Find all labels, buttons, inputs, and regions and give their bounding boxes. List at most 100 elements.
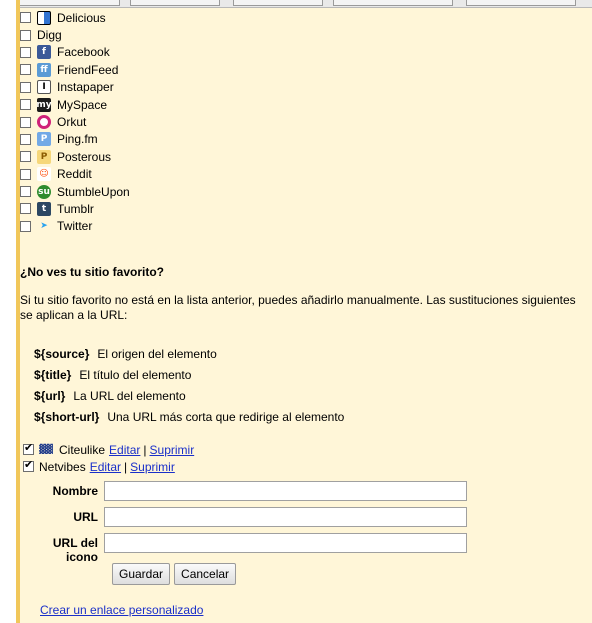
posterous-icon: P bbox=[37, 149, 51, 164]
icon-url-label-line1: URL del bbox=[52, 536, 98, 550]
custom-services-list: ▓▓CiteulikeEditar|SuprimirNetvibesEditar… bbox=[23, 441, 194, 475]
form-row-url: URL bbox=[20, 507, 490, 527]
form-buttons: Guardar Cancelar bbox=[112, 563, 237, 585]
browser-tab[interactable] bbox=[466, 0, 576, 6]
icon-url-label-line2: icono bbox=[66, 550, 98, 564]
cancel-button[interactable]: Cancelar bbox=[174, 563, 237, 585]
custom-service-checkbox[interactable] bbox=[23, 441, 34, 455]
service-checkbox[interactable] bbox=[20, 64, 31, 76]
custom-service-netvibes: Netvibes Editar|Suprimir bbox=[23, 458, 194, 475]
service-item-tumblr: t Tumblr bbox=[20, 200, 130, 217]
service-label: Orkut bbox=[57, 115, 87, 130]
url-label: URL bbox=[73, 510, 98, 524]
service-item-orkut: Orkut bbox=[20, 113, 130, 130]
substitutions-list: ${source} El origen del elemento ${title} E… bbox=[34, 343, 344, 427]
service-label: Ping.fm bbox=[57, 132, 98, 147]
service-label: Reddit bbox=[57, 167, 92, 182]
browser-tab[interactable] bbox=[130, 0, 220, 6]
service-item-twitter: ➤ Twitter bbox=[20, 218, 130, 235]
substitution-key: ${short-url} bbox=[34, 409, 100, 424]
service-list: Delicious Digg f Facebook ff FriendFeed I Insta… bbox=[20, 9, 130, 235]
friendfeed-icon: ff bbox=[37, 62, 51, 77]
substitution-key: ${url} bbox=[34, 388, 66, 403]
service-item-ping-fm: P Ping.fm bbox=[20, 131, 130, 148]
orkut-icon bbox=[37, 115, 51, 130]
service-label: Tumblr bbox=[57, 201, 94, 216]
service-checkbox[interactable] bbox=[20, 29, 31, 41]
service-checkbox[interactable] bbox=[20, 186, 31, 198]
service-label: Posterous bbox=[57, 149, 112, 164]
service-checkbox[interactable] bbox=[20, 151, 31, 163]
custom-service-label: Netvibes bbox=[39, 459, 86, 474]
browser-tab[interactable] bbox=[10, 0, 120, 6]
delete-link[interactable]: Suprimir bbox=[130, 460, 175, 474]
custom-service-citeulike: ▓▓ CiteulikeEditar|Suprimir bbox=[23, 441, 194, 458]
service-checkbox[interactable] bbox=[20, 220, 31, 232]
service-checkbox[interactable] bbox=[20, 168, 31, 180]
edit-link[interactable]: Editar bbox=[90, 460, 121, 474]
url-input[interactable] bbox=[104, 507, 467, 527]
service-checkbox[interactable] bbox=[20, 12, 31, 24]
service-item-stumbleupon: su StumbleUpon bbox=[20, 183, 130, 200]
custom-service-checkbox[interactable] bbox=[23, 458, 34, 472]
service-item-facebook: f Facebook bbox=[20, 44, 130, 61]
citeulike-icon: ▓▓ bbox=[39, 444, 53, 455]
service-checkbox[interactable] bbox=[20, 133, 31, 145]
service-item-friendfeed: ff FriendFeed bbox=[20, 61, 130, 78]
link-separator: | bbox=[124, 459, 128, 474]
service-label: Digg bbox=[37, 28, 62, 43]
service-item-delicious: Delicious bbox=[20, 9, 130, 26]
service-label: StumbleUpon bbox=[57, 184, 130, 199]
save-button[interactable]: Guardar bbox=[112, 563, 171, 585]
delete-link[interactable]: Suprimir bbox=[150, 443, 195, 457]
service-checkbox[interactable] bbox=[20, 81, 31, 93]
stumbleupon-icon: su bbox=[37, 184, 51, 199]
delicious-icon bbox=[37, 10, 51, 25]
link-separator: | bbox=[143, 442, 147, 457]
browser-tab[interactable] bbox=[333, 0, 453, 6]
service-checkbox[interactable] bbox=[20, 116, 31, 128]
browser-top-strip bbox=[0, 0, 592, 8]
custom-service-label: Citeulike bbox=[59, 442, 106, 457]
service-label: Facebook bbox=[57, 45, 110, 60]
service-item-myspace: my MySpace bbox=[20, 96, 130, 113]
service-label: Delicious bbox=[57, 10, 106, 25]
myspace-icon: my bbox=[36, 97, 52, 112]
form-row-icon-url: URL del icono bbox=[20, 533, 490, 564]
service-item-posterous: P Posterous bbox=[20, 148, 130, 165]
pingfm-icon: P bbox=[37, 132, 51, 147]
substitution-item: ${title} El título del elemento bbox=[34, 364, 344, 385]
substitution-description: La URL del elemento bbox=[73, 388, 186, 403]
service-item-instapaper: I Instapaper bbox=[20, 79, 130, 96]
service-item-reddit: ☺ Reddit bbox=[20, 166, 130, 183]
section-title: ¿No ves tu sitio favorito? bbox=[20, 265, 165, 279]
service-label: Instapaper bbox=[57, 80, 114, 95]
icon-url-label: URL del icono bbox=[20, 533, 104, 564]
browser-tab[interactable] bbox=[233, 0, 323, 6]
create-custom-link[interactable]: Crear un enlace personalizado bbox=[40, 603, 203, 617]
substitution-key: ${source} bbox=[34, 346, 90, 361]
facebook-icon: f bbox=[37, 45, 51, 60]
substitution-description: El origen del elemento bbox=[97, 346, 217, 361]
tumblr-icon: t bbox=[37, 201, 51, 216]
custom-link-form: Nombre URL URL del icono bbox=[20, 481, 490, 570]
substitution-item: ${source} El origen del elemento bbox=[34, 343, 344, 364]
reddit-icon: ☺ bbox=[37, 167, 51, 182]
substitution-item: ${short-url} Una URL más corta que rediri… bbox=[34, 406, 344, 427]
substitution-description: Una URL más corta que redirige al elemen… bbox=[107, 409, 345, 424]
substitution-key: ${title} bbox=[34, 367, 72, 382]
twitter-icon: ➤ bbox=[40, 221, 48, 232]
service-label: FriendFeed bbox=[57, 62, 119, 77]
name-input[interactable] bbox=[104, 481, 467, 501]
service-checkbox[interactable] bbox=[20, 46, 31, 58]
substitution-item: ${url} La URL del elemento bbox=[34, 385, 344, 406]
left-border bbox=[0, 0, 20, 623]
service-checkbox[interactable] bbox=[20, 203, 31, 215]
instapaper-icon: I bbox=[37, 80, 51, 95]
section-description: Si tu sitio favorito no está en la lista… bbox=[20, 293, 576, 322]
substitution-description: El título del elemento bbox=[79, 367, 192, 382]
service-label: MySpace bbox=[57, 97, 108, 112]
edit-link[interactable]: Editar bbox=[109, 443, 140, 457]
service-checkbox[interactable] bbox=[20, 99, 31, 111]
icon-url-input[interactable] bbox=[104, 533, 467, 553]
